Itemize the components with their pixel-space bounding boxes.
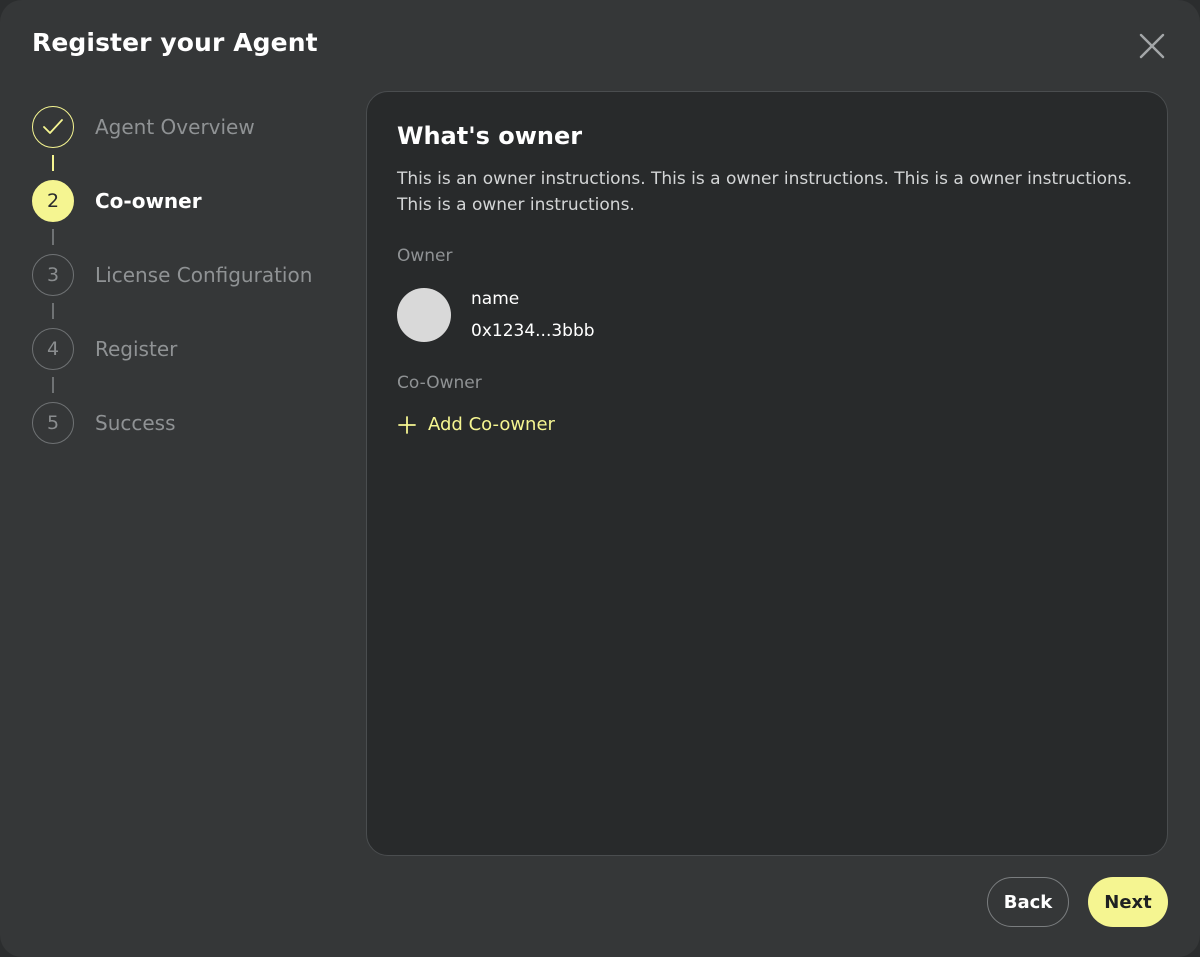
add-coowner-label: Add Co-owner <box>428 414 555 435</box>
step-5-circle: 5 <box>32 402 74 444</box>
owner-address: 0x1234...3bbb <box>471 321 595 341</box>
step-co-owner[interactable]: 2 Co-owner <box>32 180 202 222</box>
plus-icon <box>398 415 416 434</box>
step-4-circle: 4 <box>32 328 74 370</box>
step-4-label: Register <box>95 337 178 361</box>
step-1-label: Agent Overview <box>95 115 255 139</box>
step-agent-overview[interactable]: Agent Overview <box>32 106 255 148</box>
step-connector-2 <box>52 229 54 245</box>
step-2-label: Co-owner <box>95 189 202 213</box>
step-connector-3 <box>52 303 54 319</box>
step-3-circle: 3 <box>32 254 74 296</box>
step-connector-4 <box>52 377 54 393</box>
content-card: What's owner This is an owner instructio… <box>366 91 1168 856</box>
checkmark-icon <box>43 119 63 134</box>
step-success[interactable]: 5 Success <box>32 402 176 444</box>
section-title: What's owner <box>397 122 583 150</box>
next-button[interactable]: Next <box>1088 877 1168 927</box>
owner-label: Owner <box>397 246 453 266</box>
add-coowner-button[interactable]: Add Co-owner <box>397 414 555 435</box>
step-3-label: License Configuration <box>95 263 313 287</box>
step-license-configuration[interactable]: 3 License Configuration <box>32 254 312 296</box>
section-description: This is an owner instructions. This is a… <box>397 169 1133 215</box>
register-agent-modal: Register your Agent Agent Overview 2 Co-… <box>0 0 1200 957</box>
step-5-label: Success <box>95 411 176 435</box>
close-button[interactable] <box>1134 28 1170 64</box>
step-1-circle <box>32 106 74 148</box>
step-register[interactable]: 4 Register <box>32 328 177 370</box>
close-icon <box>1139 33 1165 59</box>
step-connector-1 <box>52 155 54 171</box>
coowner-label: Co-Owner <box>397 373 482 393</box>
back-button[interactable]: Back <box>987 877 1069 927</box>
owner-name: name <box>471 289 520 309</box>
modal-title: Register your Agent <box>32 28 318 57</box>
owner-avatar <box>397 288 451 342</box>
step-2-circle: 2 <box>32 180 74 222</box>
